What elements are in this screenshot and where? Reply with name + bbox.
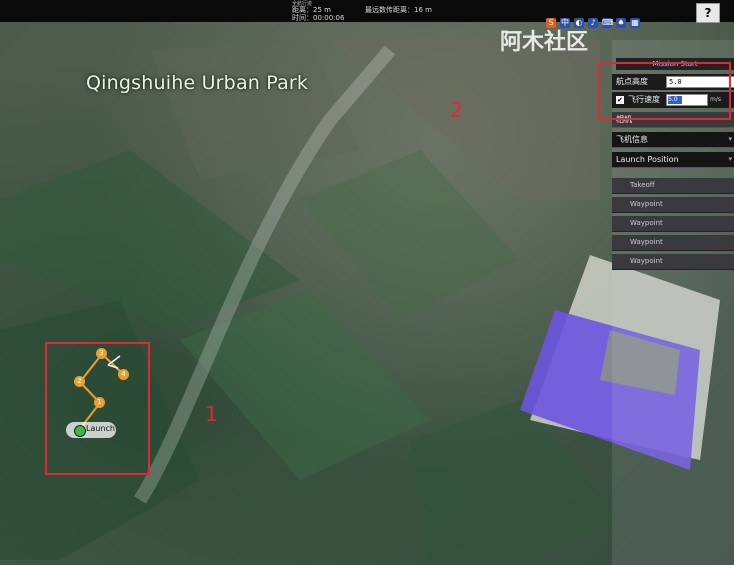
aircraft-info-menu[interactable]: 飞机信息 ▾ bbox=[612, 132, 734, 148]
sogou-icon[interactable]: S bbox=[546, 18, 556, 28]
chevron-down-icon: ▾ bbox=[728, 135, 732, 143]
mission-item[interactable]: Waypoint bbox=[612, 254, 734, 270]
mission-item[interactable]: Waypoint bbox=[612, 197, 734, 213]
mic-icon[interactable]: ♪ bbox=[588, 18, 598, 28]
mission-item[interactable]: Waypoint bbox=[612, 216, 734, 232]
grid-icon[interactable]: ▦ bbox=[630, 18, 640, 28]
mission-item[interactable]: Waypoint bbox=[612, 235, 734, 251]
annotation-label-2: 2 bbox=[450, 98, 463, 122]
farthest-readout: 最远数传距离：16 m bbox=[365, 6, 432, 14]
highlight-box-route bbox=[45, 342, 150, 475]
help-button[interactable]: ? bbox=[696, 3, 720, 23]
mission-item[interactable]: Takeoff bbox=[612, 178, 734, 194]
aircraft-info-label: 飞机信息 bbox=[616, 135, 648, 144]
annotation-label-1: 1 bbox=[205, 402, 218, 426]
language-icon[interactable]: 中 bbox=[560, 18, 570, 28]
highlight-box-panel bbox=[598, 62, 731, 120]
distance-readout: 距离：25 m bbox=[292, 6, 331, 14]
keyboard-icon[interactable]: ⌨ bbox=[602, 18, 614, 28]
launch-position-label: Launch Position bbox=[616, 155, 679, 164]
settings-icon[interactable]: ◐ bbox=[574, 18, 584, 28]
shirt-icon[interactable]: ♠ bbox=[616, 18, 626, 28]
launch-position-menu[interactable]: Launch Position ▾ bbox=[612, 152, 734, 168]
time-readout: 时间：00:00:06 bbox=[292, 14, 345, 22]
chevron-down-icon: ▾ bbox=[728, 155, 732, 163]
